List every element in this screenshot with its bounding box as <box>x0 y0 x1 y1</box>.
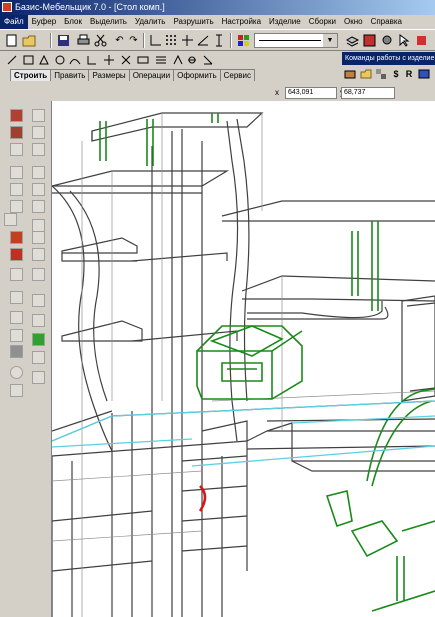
ortho-icon[interactable] <box>180 33 195 48</box>
new-file-icon[interactable] <box>4 33 19 48</box>
red-tool-icon[interactable] <box>414 33 429 48</box>
gray-panel-icon[interactable] <box>10 345 23 358</box>
grid-icon[interactable] <box>164 33 179 48</box>
open-folder-icon[interactable] <box>22 33 37 48</box>
product-icon[interactable] <box>344 68 356 80</box>
arc-panel-icon[interactable] <box>32 143 45 156</box>
anchor-icon[interactable] <box>10 268 23 281</box>
line-style-dropdown[interactable]: ▼ <box>254 33 338 48</box>
tab-bar: Строить Править Размеры Операции Оформить Сер… <box>10 69 256 83</box>
attach-icon[interactable] <box>32 371 45 384</box>
tab-build[interactable]: Строить <box>10 69 52 81</box>
menu-assemblies[interactable]: Сборки <box>305 15 340 29</box>
tab-edit[interactable]: Править <box>50 69 90 81</box>
material-icon[interactable] <box>32 333 45 346</box>
redo-icon[interactable]: ↷ <box>126 33 141 48</box>
fillet-icon[interactable] <box>32 183 45 196</box>
menu-explode[interactable]: Разрушить <box>169 15 217 29</box>
layer-color-icon[interactable] <box>362 33 377 48</box>
texture-icon[interactable] <box>10 291 23 304</box>
title-bar: Базис-Мебельщик 7.0 - [Стол комп.] <box>0 0 435 15</box>
shelf-icon[interactable] <box>10 183 23 196</box>
x-axis-icon: x <box>275 88 279 97</box>
menu-file[interactable]: Файл <box>0 15 28 29</box>
left-tool-palette <box>0 101 52 617</box>
frontal-panel-icon[interactable] <box>10 126 23 139</box>
menu-block[interactable]: Блок <box>60 15 86 29</box>
sphere-icon[interactable] <box>10 366 23 379</box>
drawing-canvas[interactable] <box>52 101 435 617</box>
mirror-icon[interactable] <box>32 314 45 327</box>
pointer-icon[interactable] <box>397 33 412 48</box>
furniture-3d-model <box>52 112 435 617</box>
menu-bar: Файл Буфер Блок Выделить Удалить Разрушить Нас… <box>0 15 435 29</box>
corner-icon[interactable] <box>32 200 45 213</box>
tab-format[interactable]: Оформить <box>173 69 221 81</box>
command-panel: Команды работы с изделие $ R <box>340 51 435 86</box>
y-coordinate-field[interactable]: 68,737 <box>341 87 395 99</box>
fitting-icon[interactable] <box>32 248 45 261</box>
cut-icon[interactable] <box>93 33 108 48</box>
tab-dimensions[interactable]: Размеры <box>88 69 130 81</box>
print-icon[interactable] <box>76 33 91 48</box>
layer-icon[interactable] <box>345 33 360 48</box>
curved-panel-icon[interactable] <box>32 126 45 139</box>
construction-tool-icons <box>7 54 213 65</box>
menu-settings[interactable]: Настройка <box>218 15 265 29</box>
main-toolbar: ↶ ↷ ▼ <box>0 29 435 51</box>
properties-icon[interactable] <box>32 351 45 364</box>
menu-select[interactable]: Выделить <box>86 15 131 29</box>
cost-icon[interactable]: $ <box>390 68 402 80</box>
menu-product[interactable]: Изделие <box>265 15 305 29</box>
drill-icon[interactable] <box>10 311 23 324</box>
cube-icon[interactable] <box>4 213 17 226</box>
layer-gear-icon[interactable] <box>380 33 395 48</box>
orange-box-icon[interactable] <box>10 231 23 244</box>
panel-tool-icon[interactable] <box>10 109 23 122</box>
toolbar-separator <box>50 33 52 48</box>
command-panel-title: Команды работы с изделие <box>342 52 435 65</box>
export-icon[interactable] <box>10 384 23 397</box>
window-title: Базис-Мебельщик 7.0 - [Стол комп.] <box>15 2 165 12</box>
snap-angle-icon[interactable] <box>196 33 211 48</box>
folder-icon[interactable] <box>360 68 372 80</box>
menu-help[interactable]: Справка <box>367 15 406 29</box>
menu-buffer[interactable]: Буфер <box>28 15 60 29</box>
drawer-icon[interactable] <box>10 200 23 213</box>
parts-icon[interactable] <box>375 68 387 80</box>
blue-part-icon[interactable] <box>418 68 430 80</box>
profile-icon[interactable] <box>10 143 23 156</box>
main-window: Базис-Мебельщик 7.0 - [Стол комп.] Файл Б… <box>0 0 435 617</box>
app-icon <box>2 2 12 12</box>
line-style-preview <box>259 40 321 41</box>
slot-icon[interactable] <box>10 329 23 342</box>
menu-window[interactable]: Окно <box>340 15 367 29</box>
tab-operations[interactable]: Операции <box>128 69 175 81</box>
box-icon[interactable] <box>10 166 23 179</box>
toolbar-separator <box>230 33 232 48</box>
menu-delete[interactable]: Удалить <box>131 15 170 29</box>
construction-toolbar: Строить Править Размеры Операции Оформить Сер… <box>0 51 340 86</box>
scissors-icon[interactable] <box>32 294 45 307</box>
toolbar-separator <box>143 33 145 48</box>
undo-icon[interactable]: ↶ <box>112 33 127 48</box>
text-cursor-icon[interactable] <box>212 33 227 48</box>
bent-panel-icon[interactable] <box>32 109 45 122</box>
save-icon[interactable] <box>56 33 71 48</box>
tab-service[interactable]: Сервис <box>219 69 256 81</box>
hinge-icon[interactable] <box>32 231 45 244</box>
wave-panel-icon[interactable] <box>32 166 45 179</box>
color-palette-icon[interactable] <box>236 33 251 48</box>
guide-icon[interactable] <box>32 268 45 281</box>
coordinate-bar: x 643,091 y 68,737 <box>0 86 435 101</box>
axis-icon[interactable] <box>148 33 163 48</box>
chevron-down-icon[interactable]: ▼ <box>323 34 337 47</box>
report-icon[interactable]: R <box>403 68 415 80</box>
x-coordinate-field[interactable]: 643,091 <box>285 87 337 99</box>
red-box-icon[interactable] <box>10 248 23 261</box>
